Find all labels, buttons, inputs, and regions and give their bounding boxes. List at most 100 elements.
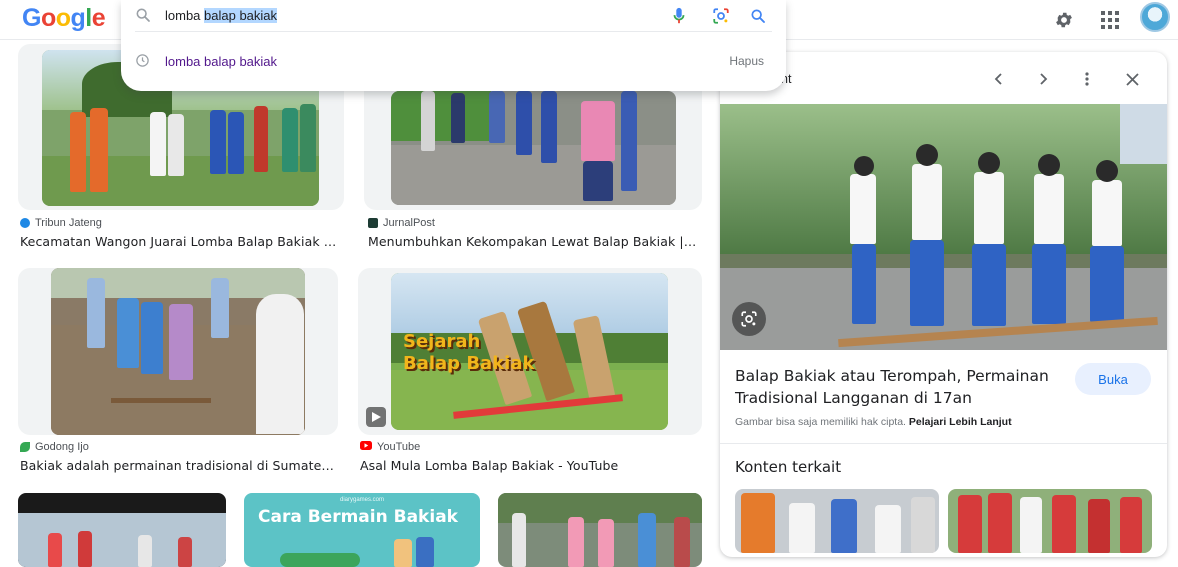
preview-figure [974, 172, 1004, 244]
history-icon [135, 53, 150, 73]
result-thumbnail[interactable]: diarygames.com Cara Bermain Bakiak [244, 493, 480, 567]
related-figure [1052, 495, 1076, 553]
source-label: JurnalPost [383, 217, 435, 229]
thumb-figure [90, 108, 108, 192]
search-box: lomba balap bakiak lomba balap bakiak Ha… [121, 0, 786, 91]
site-favicon-icon [368, 218, 378, 228]
related-figure [1120, 497, 1142, 553]
result-thumbnail[interactable]: Sejarah Balap Bakiak [391, 273, 668, 430]
related-figure [831, 499, 857, 553]
close-icon [1125, 72, 1139, 86]
thumb-figure [256, 294, 304, 434]
logo-letter: o [40, 4, 56, 32]
preview-head [916, 144, 938, 166]
more-options-button[interactable] [1074, 66, 1100, 92]
previous-image-button[interactable] [986, 66, 1012, 92]
apps-icon[interactable] [1096, 6, 1124, 34]
youtube-icon [360, 441, 372, 453]
related-thumbnail[interactable] [948, 489, 1152, 553]
thumb-figure [568, 517, 584, 567]
thumb-figure [70, 112, 86, 192]
related-figure [875, 505, 901, 553]
search-divider [135, 31, 772, 32]
close-panel-button[interactable] [1119, 66, 1145, 92]
more-vert-icon [1085, 72, 1089, 86]
google-images-page: Google lomba balap bakiak lomba balap ba… [0, 0, 1178, 567]
related-figure [911, 497, 935, 553]
result-source[interactable]: YouTube [360, 441, 420, 453]
preview-building [1120, 104, 1167, 164]
thumb-figure [48, 533, 62, 567]
thumb-figure [421, 91, 435, 151]
search-icon [135, 7, 151, 28]
result-title[interactable]: Bakiak adalah permainan tradisional di S… [20, 458, 335, 473]
thumb-figure [282, 108, 298, 172]
chevron-left-icon [994, 73, 1002, 85]
result-source[interactable]: JurnalPost [368, 217, 435, 229]
thumb-figure [583, 161, 613, 201]
thumb-figure [210, 110, 226, 174]
thumb-figure [516, 91, 532, 155]
search-input[interactable]: lomba balap bakiak [121, 0, 786, 32]
related-figure [958, 495, 982, 553]
preview-figure [1090, 246, 1124, 322]
thumb-overlay-title: Sejarah Balap Bakiak [403, 331, 534, 375]
suggestion-item[interactable]: lomba balap bakiak Hapus [121, 48, 786, 74]
result-title[interactable]: Kecamatan Wangon Juarai Lomba Balap Baki… [20, 234, 340, 249]
account-avatar[interactable] [1140, 2, 1170, 32]
thumb-figure [674, 517, 690, 567]
preview-head [1038, 154, 1060, 176]
preview-figure [972, 244, 1006, 326]
lens-icon[interactable] [711, 6, 731, 26]
query-text: lomba [165, 8, 205, 23]
related-figure [988, 493, 1012, 553]
lens-icon [741, 311, 757, 327]
result-thumbnail[interactable] [498, 493, 702, 567]
preview-figure [850, 174, 876, 244]
related-figure [1020, 497, 1042, 553]
learn-more-link[interactable]: Pelajari Lebih Lanjut [909, 416, 1012, 428]
image-preview-panel: vingPoint [720, 52, 1167, 557]
site-favicon-icon [20, 442, 30, 452]
query-selected-text: balap bakiak [204, 8, 278, 23]
visual-search-button[interactable] [732, 302, 766, 336]
mic-icon[interactable] [669, 6, 689, 26]
next-image-button[interactable] [1030, 66, 1056, 92]
thumb-figure [451, 93, 465, 143]
result-title[interactable]: Menumbuhkan Kekompakan Lewat Balap Bakia… [368, 234, 698, 249]
thumb-figure [168, 114, 184, 176]
thumb-figure [254, 106, 268, 172]
thumb-figure [78, 531, 92, 567]
copyright-notice: Gambar bisa saja memiliki hak cipta. Pel… [735, 416, 1012, 428]
preview-figure [1032, 244, 1066, 324]
thumb-grass [391, 91, 491, 141]
related-heading: Konten terkait [735, 458, 842, 476]
thumb-figure [150, 112, 166, 176]
thumb-bakiak [111, 398, 211, 403]
result-thumbnail[interactable] [18, 493, 226, 567]
search-query[interactable]: lomba balap bakiak [165, 8, 278, 23]
preview-figure [852, 244, 876, 324]
remove-suggestion-button[interactable]: Hapus [729, 54, 764, 68]
result-thumbnail[interactable] [391, 91, 676, 205]
result-source[interactable]: Godong Ijo [20, 441, 89, 453]
preview-figure [1092, 180, 1122, 246]
open-button[interactable]: Buka [1075, 363, 1151, 395]
thumb-figure [541, 91, 557, 163]
result-title[interactable]: Asal Mula Lomba Balap Bakiak - YouTube [360, 458, 700, 473]
preview-figure [912, 164, 942, 240]
thumb-figure [621, 91, 637, 191]
preview-title[interactable]: Balap Bakiak atau Terompah, Permainan Tr… [735, 365, 1055, 409]
result-source[interactable]: Tribun Jateng [20, 217, 102, 229]
video-play-icon[interactable] [366, 407, 386, 427]
chevron-right-icon [1040, 73, 1048, 85]
preview-figure [1034, 174, 1064, 244]
search-submit-icon[interactable] [748, 6, 768, 26]
preview-image[interactable] [720, 104, 1167, 350]
google-logo[interactable]: Google [22, 4, 106, 33]
settings-icon[interactable] [1050, 6, 1078, 34]
suggestion-label: lomba balap bakiak [165, 54, 278, 69]
result-thumbnail[interactable] [51, 268, 305, 435]
related-thumbnail[interactable] [735, 489, 939, 553]
source-label: Tribun Jateng [35, 217, 102, 229]
